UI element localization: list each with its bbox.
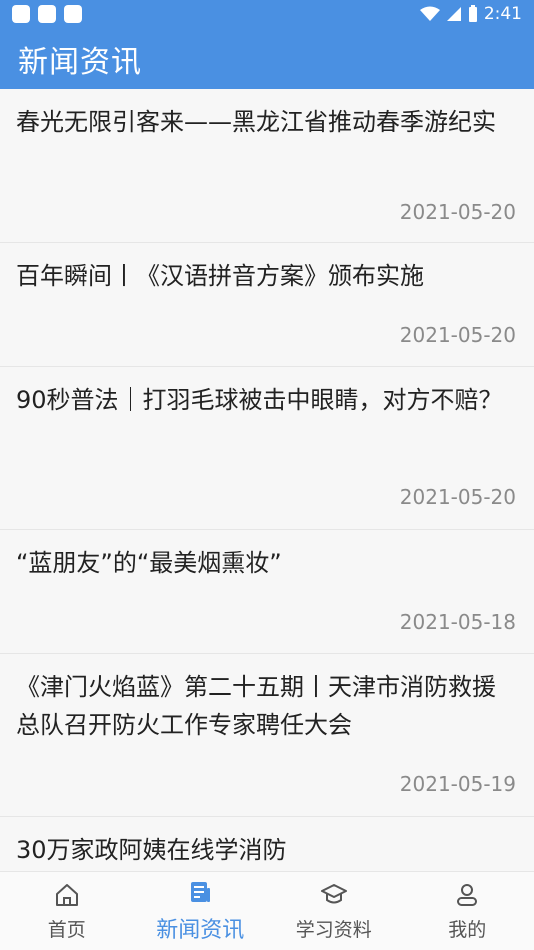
notification-icons <box>12 5 82 23</box>
news-date: 2021-05-20 <box>399 323 516 347</box>
wifi-icon <box>419 6 440 21</box>
news-list[interactable]: 春光无限引客来——黑龙江省推动春季游纪实 2021-05-20 百年瞬间丨《汉语… <box>0 89 534 871</box>
battery-icon <box>468 5 477 22</box>
news-item[interactable]: 30万家政阿姨在线学消防 <box>0 817 534 871</box>
status-indicators: 2:41 <box>419 4 522 24</box>
tab-bar: 首页 新闻资讯 学习资料 我的 <box>0 871 534 950</box>
status-time: 2:41 <box>483 4 522 24</box>
news-item[interactable]: 春光无限引客来——黑龙江省推动春季游纪实 2021-05-20 <box>0 89 534 243</box>
tab-label: 我的 <box>448 918 487 941</box>
news-date: 2021-05-20 <box>399 485 516 509</box>
status-bar: 2:41 <box>0 0 534 28</box>
notification-icon <box>38 5 56 23</box>
news-title: “蓝朋友”的“最美烟熏妆” <box>16 549 282 577</box>
tab-profile[interactable]: 我的 <box>401 872 534 950</box>
news-title: 百年瞬间丨《汉语拼音方案》颁布实施 <box>16 262 424 290</box>
tab-study-materials[interactable]: 学习资料 <box>267 872 401 950</box>
news-item[interactable]: “蓝朋友”的“最美烟熏妆” 2021-05-18 <box>0 530 534 654</box>
notification-icon <box>64 5 82 23</box>
tab-home[interactable]: 首页 <box>0 872 134 950</box>
news-item[interactable]: 百年瞬间丨《汉语拼音方案》颁布实施 2021-05-20 <box>0 243 534 367</box>
user-icon <box>453 881 481 909</box>
tab-label: 学习资料 <box>295 918 372 941</box>
graduation-cap-icon <box>320 881 348 909</box>
news-title: 90秒普法｜打羽毛球被击中眼睛，对方不赔？ <box>16 386 503 414</box>
news-item[interactable]: 《津门火焰蓝》第二十五期丨天津市消防救援总队召开防火工作专家聘任大会 2021-… <box>0 654 534 817</box>
home-icon <box>53 881 81 909</box>
news-item[interactable]: 90秒普法｜打羽毛球被击中眼睛，对方不赔？ 2021-05-20 <box>0 367 534 530</box>
notification-icon <box>12 5 30 23</box>
news-title: 春光无限引客来——黑龙江省推动春季游纪实 <box>16 108 496 136</box>
news-date: 2021-05-19 <box>399 772 516 796</box>
news-title: 《津门火焰蓝》第二十五期丨天津市消防救援总队召开防火工作专家聘任大会 <box>16 673 496 739</box>
tab-label: 新闻资讯 <box>156 918 245 943</box>
news-date: 2021-05-20 <box>399 200 516 224</box>
tab-label: 首页 <box>47 918 86 941</box>
tab-news[interactable]: 新闻资讯 <box>134 872 268 950</box>
news-date: 2021-05-18 <box>399 610 516 634</box>
signal-icon <box>446 7 461 21</box>
page-title: 新闻资讯 <box>18 44 142 80</box>
news-icon <box>186 878 214 906</box>
app-bar: 新闻资讯 <box>0 28 534 89</box>
news-title: 30万家政阿姨在线学消防 <box>16 836 287 864</box>
